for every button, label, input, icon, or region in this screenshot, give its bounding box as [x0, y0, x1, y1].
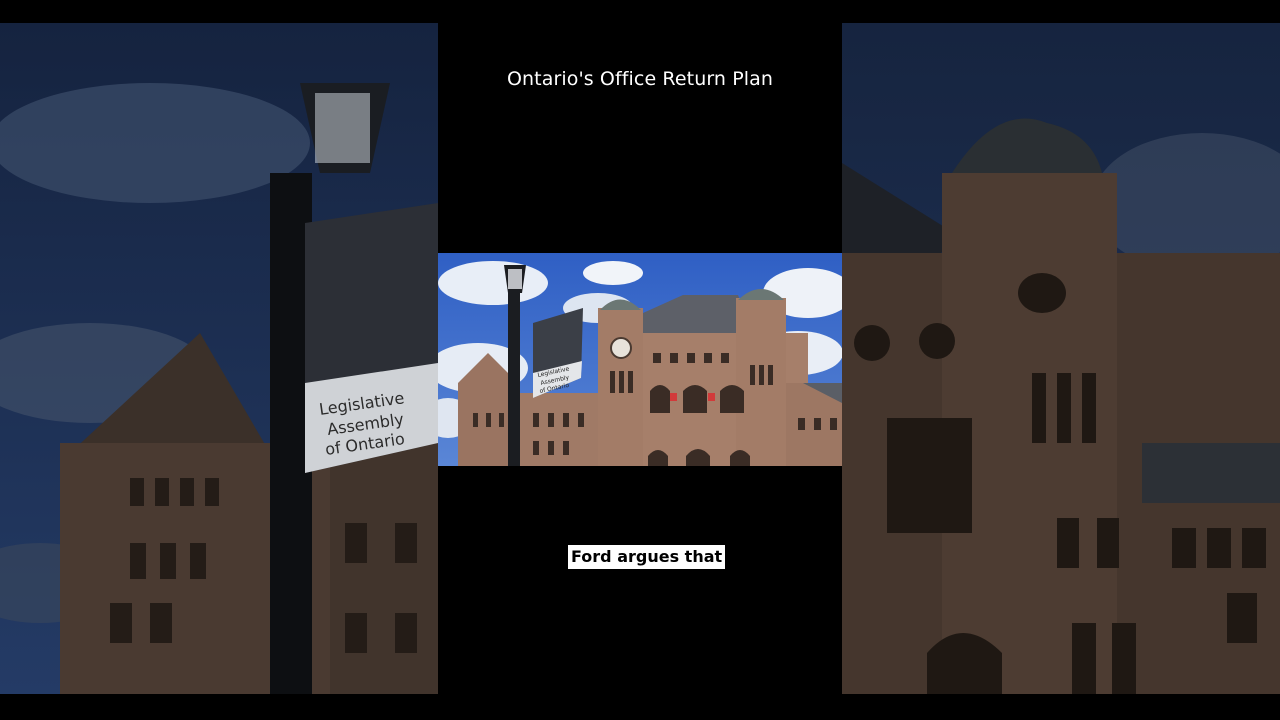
legislative-building-photo: Legislative Assembly of Ontario [438, 253, 842, 466]
blurred-background-left: Legislative Assembly of Ontario [0, 23, 438, 694]
subtitle-caption: Ford argues that [568, 545, 726, 569]
blurred-background-right [842, 23, 1280, 694]
video-title: Ontario's Office Return Plan [506, 68, 774, 90]
letterbox-bottom [0, 694, 1280, 720]
letterbox-top [0, 0, 1280, 23]
video-panel: Ontario's Office Return Plan Legislative… [438, 23, 842, 694]
